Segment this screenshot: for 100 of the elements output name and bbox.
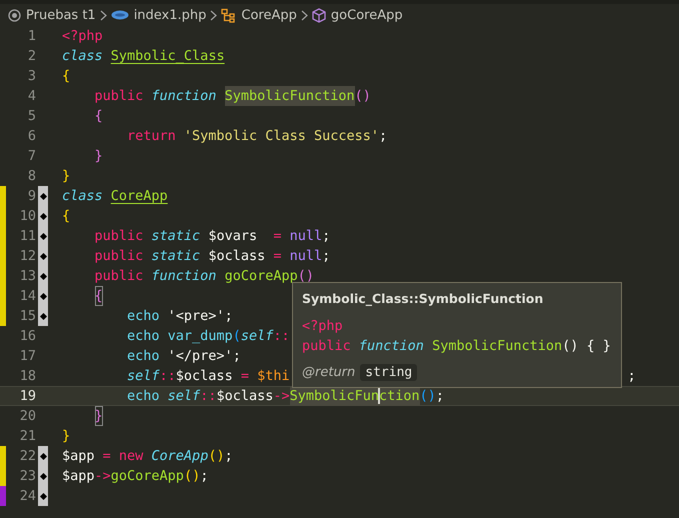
code-token: null: [290, 247, 322, 266]
code-token: class: [62, 187, 104, 206]
code-token: new: [118, 447, 144, 466]
return-label: @return: [302, 365, 356, 380]
code-token: }: [94, 147, 103, 166]
code-token: public: [94, 247, 144, 266]
code-token: goCoreApp: [224, 267, 298, 286]
line-number: 8: [26, 168, 36, 184]
line-number: 12: [18, 248, 36, 264]
return-type: string: [360, 364, 418, 381]
code-token: self: [240, 327, 274, 346]
line-number: 14: [18, 288, 36, 304]
code-token: function: [358, 337, 425, 356]
code-token: ->: [94, 467, 111, 486]
code-token: var_dump: [168, 327, 233, 346]
code-token: goCoreApp: [110, 467, 184, 486]
code-token: public: [302, 337, 352, 356]
code-token: public: [94, 227, 144, 246]
hover-title: Symbolic_Class::SymbolicFunction: [302, 291, 544, 306]
code-token: (): [298, 267, 314, 286]
matching-bracket: }: [94, 406, 103, 426]
line-number: 15: [18, 308, 36, 324]
code-token: $oclass: [216, 387, 274, 406]
line-number: 19: [18, 388, 36, 404]
code-token: =: [273, 247, 282, 266]
code-token: Symbolic_Class: [110, 47, 225, 66]
code-token: echo: [127, 327, 161, 346]
code-token: SymbolicFun: [290, 386, 380, 406]
code-token: class: [62, 47, 104, 66]
code-token: '<pre>': [168, 307, 225, 326]
code-token: ;: [232, 347, 241, 366]
code-token: $thi: [257, 367, 290, 386]
code-token: SymbolicFunction: [432, 337, 562, 356]
code-token: ;: [322, 247, 330, 266]
code-token: () { }: [562, 337, 611, 356]
code-token: (): [184, 467, 200, 486]
matching-bracket: {: [94, 286, 103, 306]
code-token: <?php: [302, 317, 343, 336]
code-token: {: [62, 207, 70, 226]
line-number: 1: [26, 28, 36, 44]
code-token: CoreApp: [110, 187, 168, 206]
code-token: $app: [62, 467, 95, 486]
code-token: static: [151, 227, 202, 246]
line-number: 7: [26, 148, 36, 164]
line-number: 20: [18, 408, 36, 424]
code-token: null: [290, 227, 322, 246]
code-token: 'Symbolic Class Success': [184, 127, 379, 146]
code-token: $oclass: [176, 367, 234, 386]
code-token: ->: [273, 387, 290, 406]
code-token: echo: [127, 307, 161, 326]
line-number: 6: [26, 128, 36, 144]
code-token: SymbolicFunction: [224, 86, 355, 106]
code-token: ::: [200, 387, 216, 406]
line-number: 17: [18, 348, 36, 364]
code-token: echo: [127, 347, 161, 366]
line-number: 10: [18, 208, 36, 224]
line-number: 11: [18, 228, 36, 244]
line-number: 9: [26, 188, 36, 204]
line-number: 16: [18, 328, 36, 344]
code-token: function: [151, 267, 218, 286]
code-token: ;: [322, 227, 330, 246]
code-token: }: [62, 427, 70, 446]
line-number: 5: [26, 108, 36, 124]
code-token: static: [151, 247, 202, 266]
code-token: CoreApp: [151, 447, 208, 466]
code-token: ;: [628, 367, 636, 386]
code-token: public: [94, 267, 144, 286]
line-number: 18: [18, 368, 36, 384]
code-token: $oclass: [208, 247, 266, 266]
code-token: =: [240, 367, 250, 386]
code-token: ;: [200, 467, 208, 486]
code-token: function: [151, 87, 218, 106]
code-token: (): [420, 387, 436, 406]
line-number: 23: [18, 468, 36, 484]
code-token: (: [232, 327, 241, 346]
line-number: 4: [26, 88, 36, 104]
code-token: ;: [379, 127, 388, 146]
code-token: return: [127, 127, 177, 146]
code-token: public: [94, 87, 144, 106]
code-token: ;: [224, 447, 233, 466]
code-token: ;: [224, 307, 233, 326]
line-number: 24: [18, 488, 36, 504]
code-token: {: [62, 67, 70, 86]
line-number: 2: [26, 48, 36, 64]
code-token: '</pre>': [168, 347, 233, 366]
line-number: 22: [18, 448, 36, 464]
code-token: ::: [160, 367, 176, 386]
code-token: ::: [273, 327, 290, 346]
code-token: =: [102, 447, 112, 466]
code-token: =: [273, 227, 282, 246]
code-token: {: [94, 107, 103, 126]
code-token: ;: [436, 387, 444, 406]
code-token: (): [208, 447, 225, 466]
code-token: (): [354, 87, 371, 106]
code-token: self: [168, 387, 200, 406]
code-token: <?php: [62, 27, 103, 46]
code-token: $app: [62, 447, 96, 466]
code-token: $ovars: [208, 227, 258, 246]
line-number: 3: [26, 68, 36, 84]
code-token: self: [127, 367, 160, 386]
